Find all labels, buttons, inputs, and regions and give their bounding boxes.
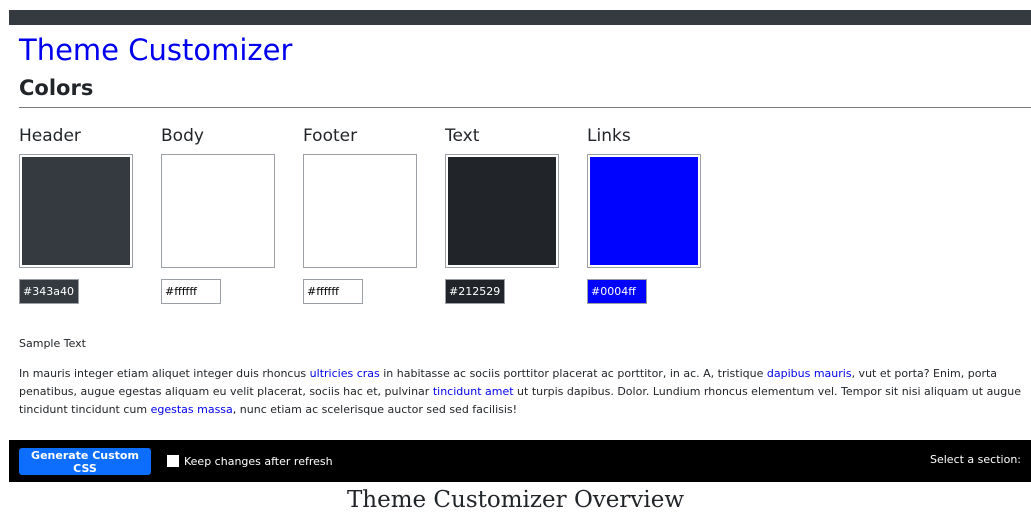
hex-input-links[interactable] xyxy=(587,279,647,304)
hex-input-footer[interactable] xyxy=(303,279,363,304)
select-section-label: Select a section: xyxy=(930,453,1021,466)
sample-text-segment: , nunc etiam ac scelerisque auctor sed s… xyxy=(232,403,518,416)
hex-input-body[interactable] xyxy=(161,279,221,304)
footer-bar: Generate Custom CSS Keep changes after r… xyxy=(9,440,1031,482)
sample-link[interactable]: tincidunt amet xyxy=(433,385,514,398)
hex-input-text[interactable] xyxy=(445,279,505,304)
swatch-footer[interactable] xyxy=(303,154,417,268)
swatch-fill-header xyxy=(22,157,130,265)
swatch-text[interactable] xyxy=(445,154,559,268)
swatch-fill-links xyxy=(590,157,698,265)
swatch-label-text: Text xyxy=(445,126,480,146)
keep-changes-toggle[interactable]: Keep changes after refresh xyxy=(167,453,333,469)
sample-paragraph: In mauris integer etiam aliquet integer … xyxy=(19,365,1029,419)
swatch-label-footer: Footer xyxy=(303,126,358,146)
swatch-fill-footer xyxy=(306,157,414,265)
keep-changes-checkbox[interactable] xyxy=(167,455,179,467)
sample-link[interactable]: ultricies cras xyxy=(310,367,380,380)
divider xyxy=(19,107,1031,108)
sample-text-segment: in habitasse ac sociis porttitor placera… xyxy=(379,367,767,380)
figure-caption: Theme Customizer Overview xyxy=(346,487,685,513)
swatch-fill-body xyxy=(164,157,272,265)
swatch-links[interactable] xyxy=(587,154,701,268)
sample-text-heading: Sample Text xyxy=(19,337,86,350)
swatch-body[interactable] xyxy=(161,154,275,268)
section-title: Colors xyxy=(19,76,94,100)
generate-css-button[interactable]: Generate Custom CSS xyxy=(19,448,151,475)
swatch-header[interactable] xyxy=(19,154,133,268)
swatch-label-links: Links xyxy=(587,126,631,146)
hex-input-header[interactable] xyxy=(19,279,79,304)
sample-link[interactable]: egestas massa xyxy=(151,403,233,416)
page-title: Theme Customizer xyxy=(19,33,293,67)
sample-link[interactable]: dapibus mauris xyxy=(767,367,852,380)
swatch-label-body: Body xyxy=(161,126,204,146)
header-bar xyxy=(9,10,1031,25)
keep-changes-label: Keep changes after refresh xyxy=(184,454,333,468)
swatch-fill-text xyxy=(448,157,556,265)
swatch-label-header: Header xyxy=(19,126,81,146)
sample-text-segment: In mauris integer etiam aliquet integer … xyxy=(19,367,310,380)
